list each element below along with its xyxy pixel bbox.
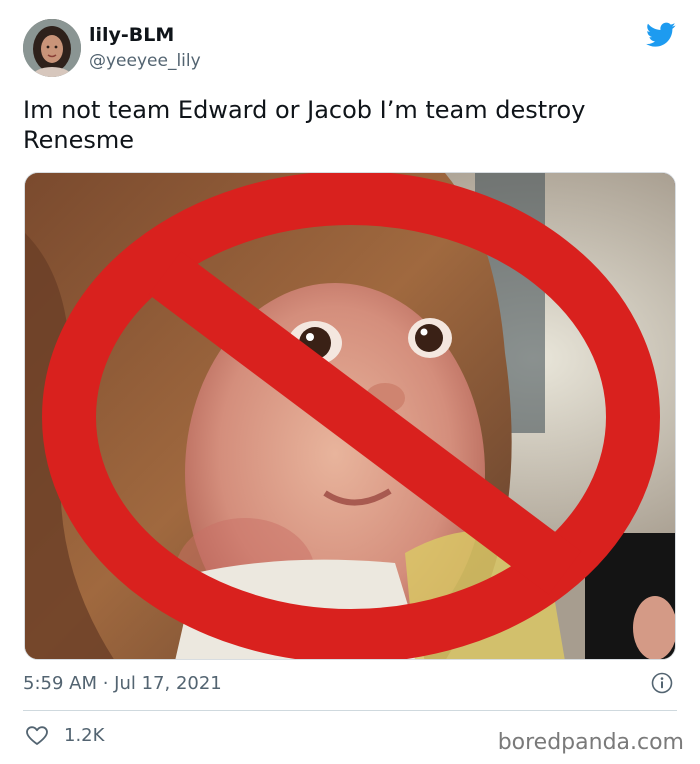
display-name[interactable]: lily-BLM [89,24,174,46]
info-icon[interactable] [651,672,673,694]
tweet-media-image[interactable] [24,172,676,660]
like-count: 1.2K [64,725,105,746]
watermark: boredpanda.com [497,730,684,755]
avatar[interactable] [23,19,81,77]
twitter-bird-icon[interactable] [646,22,676,48]
tweet-text: Im not team Edward or Jacob I’m team des… [23,96,586,154]
heart-icon[interactable] [26,726,48,746]
user-handle[interactable]: @yeeyee_lily [89,51,201,71]
tweet-timestamp[interactable]: 5:59 AM · Jul 17, 2021 [23,673,222,694]
divider [23,710,677,711]
